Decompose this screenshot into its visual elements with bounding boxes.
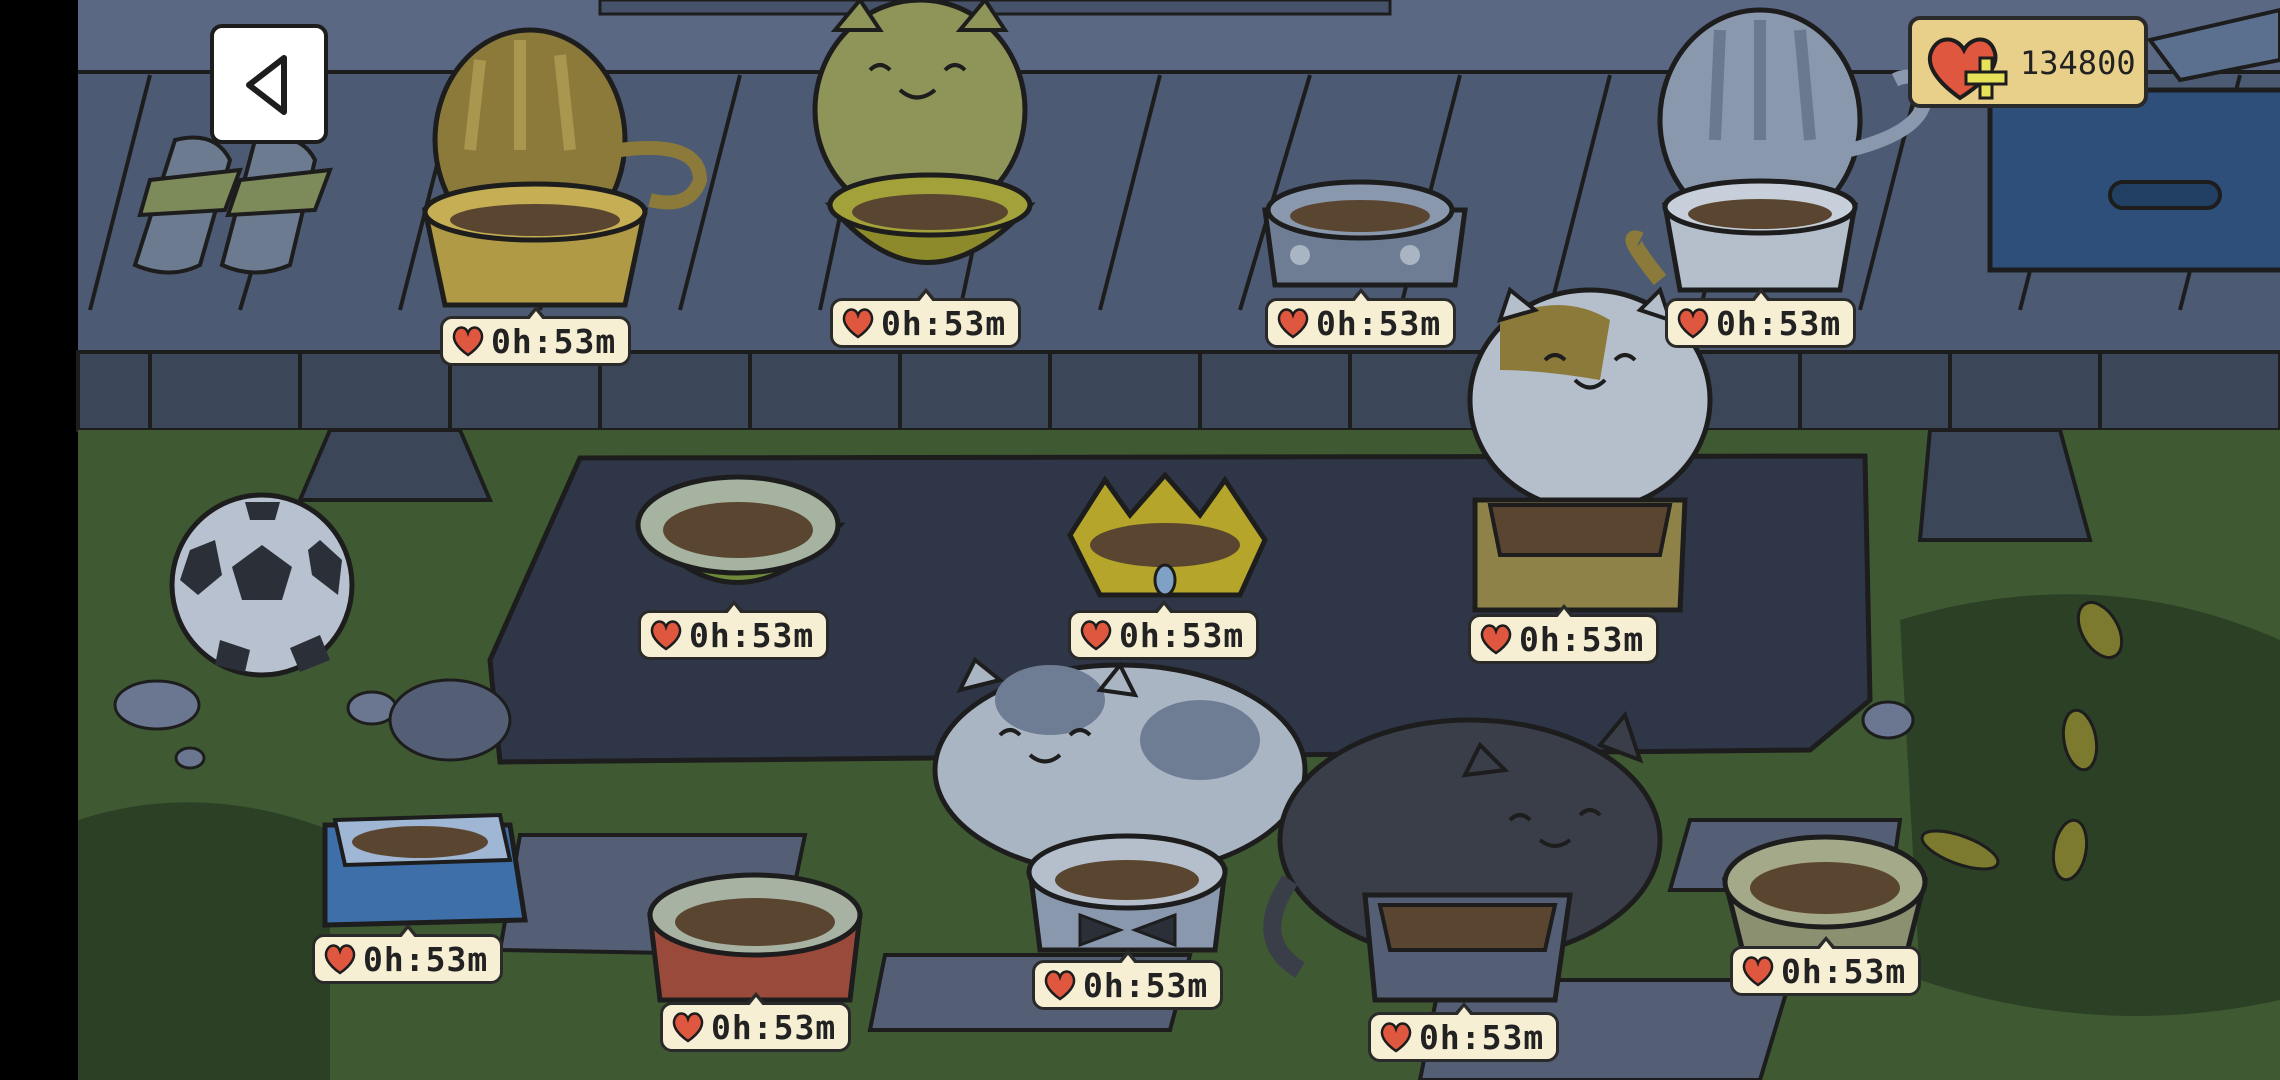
bowl-dotted-gray[interactable] bbox=[1262, 179, 1468, 288]
timer-label: 0h:53m bbox=[1716, 303, 1842, 343]
timer-label: 0h:53m bbox=[491, 321, 617, 361]
timer-bowl-paw-yellow[interactable]: 0h:53m bbox=[440, 306, 632, 366]
heart-icon bbox=[1080, 620, 1112, 651]
heart-count: 134800 bbox=[2020, 44, 2136, 82]
back-button[interactable] bbox=[210, 24, 328, 144]
bowl-bowtie[interactable] bbox=[1026, 833, 1228, 953]
heart-icon bbox=[842, 308, 874, 339]
bowl-crown[interactable] bbox=[1067, 471, 1268, 598]
timer-label: 0h:53m bbox=[1519, 619, 1645, 659]
heart-icon bbox=[1480, 624, 1512, 655]
timer-bowl-bowtie[interactable]: 0h:53m bbox=[1032, 950, 1224, 1010]
heart-icon bbox=[452, 326, 484, 357]
timer-label: 0h:53m bbox=[711, 1007, 837, 1047]
bowl-white-deck[interactable] bbox=[1662, 178, 1858, 293]
heart-icon bbox=[1380, 1022, 1412, 1053]
timer-label: 0h:53m bbox=[1083, 965, 1209, 1005]
heart-icon bbox=[1277, 308, 1309, 339]
timer-label: 0h:53m bbox=[881, 303, 1007, 343]
timer-label: 0h:53m bbox=[1781, 951, 1907, 991]
heart-currency-panel[interactable]: 134800 bbox=[1908, 16, 2148, 108]
timer-label: 0h:53m bbox=[689, 615, 815, 655]
timer-bowl-square-tray[interactable]: 0h:53m bbox=[1368, 1002, 1560, 1062]
bowl-paw-yellow[interactable] bbox=[421, 181, 649, 308]
back-arrow-icon bbox=[246, 55, 287, 115]
soccer-ball bbox=[169, 492, 355, 678]
timer-label: 0h:53m bbox=[363, 939, 489, 979]
heart-icon bbox=[1742, 956, 1774, 987]
heart-icon bbox=[324, 944, 356, 975]
timer-label: 0h:53m bbox=[1419, 1017, 1545, 1057]
heart-icon bbox=[1044, 970, 1076, 1001]
timer-bowl-sage[interactable]: 0h:53m bbox=[1730, 936, 1922, 996]
heart-icon bbox=[672, 1012, 704, 1043]
timer-bowl-dotted-gray[interactable]: 0h:53m bbox=[1265, 288, 1457, 348]
timer-bowl-olive[interactable]: 0h:53m bbox=[830, 288, 1022, 348]
timer-bowl-red-dotted[interactable]: 0h:53m bbox=[660, 992, 852, 1052]
timer-bowl-white-deck[interactable]: 0h:53m bbox=[1665, 288, 1857, 348]
bowl-wooden-box[interactable] bbox=[1472, 497, 1688, 613]
timer-label: 0h:53m bbox=[1316, 303, 1442, 343]
timer-bowl-wooden-box[interactable]: 0h:53m bbox=[1468, 604, 1660, 664]
heart-plus-icon bbox=[1927, 37, 2008, 101]
timer-bowl-green-leaf[interactable]: 0h:53m bbox=[638, 600, 830, 660]
bowl-blue-wave[interactable] bbox=[322, 812, 528, 928]
timer-bowl-blue-wave[interactable]: 0h:53m bbox=[312, 924, 504, 984]
yard-scene bbox=[0, 0, 2280, 1080]
bowl-square-tray[interactable] bbox=[1362, 892, 1573, 1003]
heart-icon bbox=[650, 620, 682, 651]
timer-label: 0h:53m bbox=[1119, 615, 1245, 655]
heart-icon bbox=[1677, 308, 1709, 339]
timer-bowl-crown[interactable]: 0h:53m bbox=[1068, 600, 1260, 660]
bowl-red-dotted[interactable] bbox=[647, 872, 863, 1003]
